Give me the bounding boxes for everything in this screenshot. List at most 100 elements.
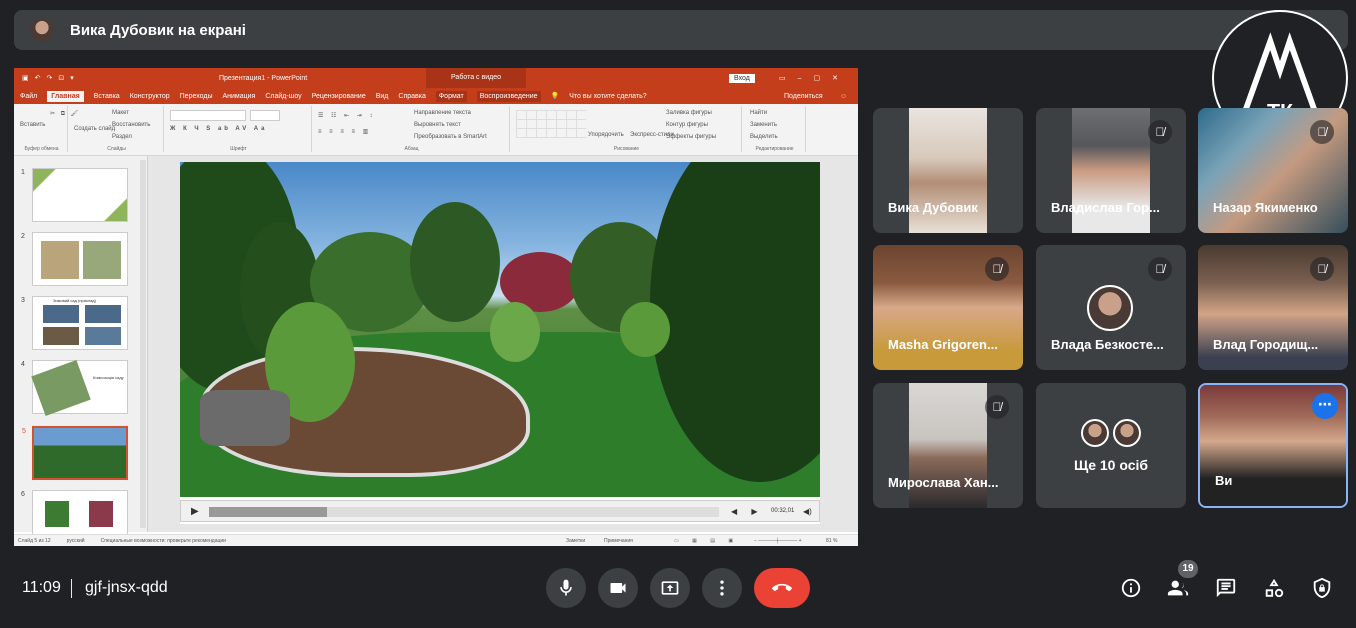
tab-home[interactable]: Главная [47, 90, 84, 102]
pp-titlebar: ▣↶↷⊡▾ Презентация1 - PowerPoint Работа с… [14, 68, 858, 88]
slide-canvas[interactable]: ▶ ◀ ▶ 00:32,01 ◀) [180, 162, 820, 524]
status-slide: Слайд 5 из 12 [18, 537, 51, 544]
thumbs-scrollbar[interactable] [140, 160, 146, 528]
list-icons[interactable]: ☰ ☷ ⇤ ⇥ ↕ [318, 112, 375, 119]
slide-thumb-3[interactable]: 3 Зимовий сад (приклад) [21, 296, 128, 350]
smiley-icon[interactable]: ☺ [840, 93, 847, 100]
pp-tabs: Файл Главная Вставка Конструктор Переход… [14, 88, 858, 104]
section-button[interactable]: Раздел [112, 134, 132, 140]
zoom-level: 81 % [826, 537, 838, 544]
notes-button[interactable]: Заметки [566, 538, 585, 544]
slide-thumb-5[interactable]: 5 [22, 426, 128, 480]
quick-access-icons[interactable]: ▣↶↷⊡▾ [22, 74, 80, 82]
tab-playback[interactable]: Воспроизведение [476, 90, 541, 102]
comments-button[interactable]: Примечания [604, 538, 633, 544]
mic-button[interactable] [546, 568, 586, 608]
participant-tile[interactable]: 🎙̸ Мирослава Хан... [873, 383, 1023, 508]
slide-thumb-2[interactable]: 2 [21, 232, 128, 286]
people-button[interactable] [1166, 576, 1190, 600]
view-icons[interactable]: ▭ ▦ ▤ ▣ [674, 538, 739, 544]
tab-design[interactable]: Конструктор [130, 93, 170, 100]
zoom-slider[interactable]: − ─────┼───── + [754, 538, 802, 544]
mic-off-icon: 🎙̸ [1148, 120, 1172, 144]
shape-effects-button[interactable]: Эффекты фигуры [666, 134, 716, 140]
microphone-icon [560, 579, 572, 596]
mic-off-icon: 🎙̸ [1310, 120, 1334, 144]
participant-tile[interactable]: 🎙̸ Владислав Гор... [1036, 108, 1186, 233]
group-font: Шрифт [230, 146, 247, 152]
chat-button[interactable] [1214, 576, 1238, 600]
align-text-button[interactable]: Выровнять текст [414, 122, 461, 128]
text-direction-button[interactable]: Направление текста [414, 110, 471, 116]
smartart-button[interactable]: Преобразовать в SmartArt [414, 134, 487, 140]
window-controls[interactable]: ▭–▢✕ [779, 74, 850, 82]
pp-ribbon: Вставить ✂ ⧉ 🖌 Буфер обмена Создать слай… [14, 104, 858, 156]
more-participants-tile[interactable]: Ще 10 осіб [1036, 383, 1186, 508]
activities-button[interactable] [1262, 576, 1286, 600]
present-screen-icon [661, 581, 679, 595]
more-options-button[interactable] [702, 568, 742, 608]
signin-button[interactable]: Вход [729, 73, 755, 83]
replace-button[interactable]: Заменить [750, 122, 777, 128]
participant-name: Влада Безкосте... [1051, 337, 1164, 352]
participant-avatar [1113, 418, 1141, 447]
people-count-badge: 19 [1178, 560, 1198, 578]
tab-transitions[interactable]: Переходы [180, 93, 213, 100]
participant-tile[interactable]: 🎙̸ Влад Городищ... [1198, 245, 1348, 370]
participant-tile[interactable]: Вика Дубовик [873, 108, 1023, 233]
meeting-info-button[interactable] [1119, 576, 1143, 600]
find-button[interactable]: Найти [750, 110, 767, 116]
arrange-button[interactable]: Упорядочить [588, 132, 624, 138]
tab-help[interactable]: Справка [398, 93, 425, 100]
font-size-box[interactable] [250, 110, 280, 121]
play-icon[interactable]: ▶ [191, 506, 199, 517]
present-button[interactable] [650, 568, 690, 608]
shapes-gallery[interactable] [516, 110, 586, 138]
mic-off-icon: 🎙̸ [1310, 257, 1334, 281]
chat-icon [1216, 578, 1236, 598]
tab-insert[interactable]: Вставка [94, 93, 120, 100]
video-time: 00:32,01 [771, 508, 795, 514]
participant-tile[interactable]: 🎙̸ Masha Grigoren... [873, 245, 1023, 370]
slide-thumb-4[interactable]: 4 Композиція саду [21, 360, 128, 416]
tell-me-box[interactable]: Что вы хотите сделать? [569, 93, 646, 100]
paste-button[interactable]: Вставить [20, 122, 45, 128]
reset-button[interactable]: Восстановить [112, 122, 150, 128]
participant-name: Ви [1215, 473, 1233, 488]
tab-animations[interactable]: Анимация [222, 93, 255, 100]
font-name-box[interactable] [170, 110, 246, 121]
more-participants-label: Ще 10 осіб [1073, 456, 1149, 473]
tab-review[interactable]: Рецензирование [312, 93, 366, 100]
leave-call-button[interactable] [754, 568, 810, 608]
self-tile[interactable]: ⋯ Ви [1198, 383, 1348, 508]
garden-video[interactable] [180, 162, 820, 497]
participant-tile[interactable]: 🎙̸ Влада Безкосте... [1036, 245, 1186, 370]
pp-context-tab: Работа с видео [426, 68, 526, 88]
layout-button[interactable]: Макет [112, 110, 129, 116]
host-controls-button[interactable] [1310, 576, 1334, 600]
call-end-icon [772, 583, 792, 592]
tab-view[interactable]: Вид [376, 93, 389, 100]
participant-name: Masha Grigoren... [888, 337, 998, 352]
video-progress[interactable] [209, 507, 719, 517]
slide-thumb-1[interactable]: 1 [21, 168, 128, 222]
camera-button[interactable] [598, 568, 638, 608]
share-button[interactable]: Поделиться [784, 93, 823, 100]
tab-slideshow[interactable]: Слайд-шоу [265, 93, 301, 100]
volume-icon[interactable]: ◀) [803, 507, 812, 516]
align-icons[interactable]: ≡ ≡ ≡ ≡ ▥ [318, 128, 371, 135]
select-button[interactable]: Выделить [750, 134, 778, 140]
group-drawing: Рисование [613, 146, 640, 152]
pp-statusbar: Слайд 5 из 12 русский Специальные возмож… [14, 534, 858, 546]
font-format-icons[interactable]: Ж К Ч S ab AV Aa [170, 126, 267, 132]
skip-icons[interactable]: ◀ ▶ [731, 507, 764, 516]
group-clipboard: Буфер обмена [24, 146, 59, 152]
tab-format[interactable]: Формат [435, 90, 467, 102]
participant-tile[interactable]: 🎙̸ Назар Якименко [1198, 108, 1348, 233]
status-accessibility[interactable]: Специальные возможности: проверьте реком… [101, 538, 226, 544]
shape-fill-button[interactable]: Заливка фигуры [666, 110, 712, 116]
shape-outline-button[interactable]: Контур фигуры [666, 122, 708, 128]
new-slide-button[interactable]: Создать слайд [74, 126, 115, 132]
tab-file[interactable]: Файл [20, 93, 37, 100]
more-options-icon[interactable]: ⋯ [1312, 393, 1338, 419]
